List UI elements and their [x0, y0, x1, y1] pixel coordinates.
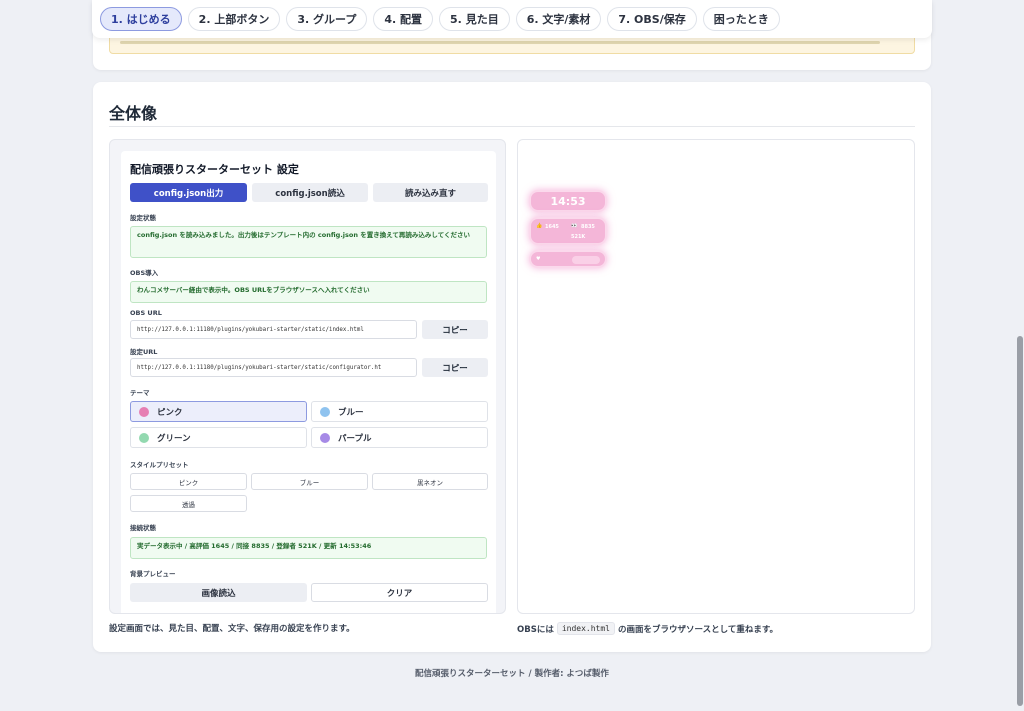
obs-caption-suffix: の画面をブラウザソースとして重ねます。 — [618, 624, 778, 635]
pink-swatch-icon — [139, 406, 149, 417]
notice-text-obscured — [120, 41, 880, 44]
stats-widget: 👍 1645 👀 8835 521K — [529, 217, 607, 245]
nav-step-layout[interactable]: 4. 配置 — [373, 7, 434, 31]
viewers-icon: 👀 — [571, 223, 578, 229]
step-nav: 1. はじめる 2. 上部ボタン 3. グループ 4. 配置 5. 見た目 6.… — [92, 0, 932, 38]
theme-option-blue[interactable]: ブルー — [311, 401, 488, 422]
theme-option-green[interactable]: グリーン — [130, 427, 307, 448]
theme-label: テーマ — [130, 389, 150, 397]
obs-caption: OBSには index.html の画面をブラウザソースとして重ねます。 — [517, 622, 778, 635]
obs-url-field[interactable]: http://127.0.0.1:11180/plugins/yokubari-… — [130, 320, 417, 339]
green-swatch-icon — [139, 432, 149, 443]
theme-label-blue: ブルー — [338, 407, 364, 418]
overview-card: 全体像 配信頑張りスターターセット 設定 config.json出力 confi… — [93, 82, 931, 652]
background-preview-label: 背景プレビュー — [130, 570, 176, 578]
obs-caption-prefix: OBSには — [517, 624, 554, 635]
load-image-button[interactable]: 画像読込 — [130, 583, 307, 602]
theme-label-green: グリーン — [157, 433, 191, 444]
configurator-screenshot: 配信頑張りスターターセット 設定 config.json出力 config.js… — [109, 139, 506, 614]
connection-status-message: 実データ表示中 / 高評価 1645 / 同接 8835 / 登録者 521K … — [130, 537, 487, 559]
clear-background-button[interactable]: クリア — [311, 583, 488, 602]
preset-black-neon-button[interactable]: 黒ネオン — [372, 473, 488, 490]
style-preset-label: スタイルプリセット — [130, 461, 189, 469]
obs-url-label: OBS URL — [130, 309, 162, 317]
copy-config-url-button[interactable]: コピー — [422, 358, 488, 377]
obs-preview-panel: 14:53 👍 1645 👀 8835 521K ♥ — [517, 139, 915, 614]
scrollbar-thumb[interactable] — [1017, 336, 1023, 706]
scrollbar[interactable] — [1016, 0, 1024, 711]
title-divider — [109, 126, 915, 127]
heart-icon: ♥ — [536, 256, 541, 262]
connection-status-label: 接続状態 — [130, 524, 156, 532]
theme-option-purple[interactable]: パープル — [311, 427, 488, 448]
subscribers-count: 521K — [571, 234, 586, 240]
nav-step-troubleshooting[interactable]: 困ったとき — [702, 7, 780, 31]
nav-step-text-assets[interactable]: 6. 文字/素材 — [515, 7, 602, 31]
index-html-code: index.html — [556, 622, 615, 635]
config-url-field[interactable]: http://127.0.0.1:11180/plugins/yokubari-… — [130, 358, 417, 377]
nav-step-top-buttons[interactable]: 2. 上部ボタン — [187, 7, 281, 31]
configurator-title: 配信頑張りスターターセット 設定 — [130, 163, 299, 176]
preset-transparent-button[interactable]: 透過 — [130, 495, 247, 512]
obs-setup-label: OBS導入 — [130, 269, 159, 277]
purple-swatch-icon — [320, 432, 330, 443]
clock-widget: 14:53 — [529, 190, 607, 212]
copy-obs-url-button[interactable]: コピー — [422, 320, 488, 339]
overview-title: 全体像 — [109, 104, 158, 123]
preset-pink-button[interactable]: ピンク — [130, 473, 247, 490]
reload-button[interactable]: 読み込み直す — [373, 183, 488, 202]
likes-icon: 👍 — [536, 223, 543, 229]
mini-button — [572, 256, 600, 264]
theme-label-purple: パープル — [338, 433, 372, 444]
theme-option-pink[interactable]: ピンク — [130, 401, 307, 422]
viewers-count: 8835 — [581, 224, 595, 230]
preset-blue-button[interactable]: ブルー — [251, 473, 368, 490]
nav-step-group[interactable]: 3. グループ — [286, 7, 368, 31]
button-bar-widget: ♥ — [529, 250, 607, 268]
blue-swatch-icon — [320, 406, 330, 417]
nav-step-start[interactable]: 1. はじめる — [100, 7, 182, 31]
configurator-caption: 設定画面では、見た目、配置、文字、保存用の設定を作ります。 — [109, 624, 355, 634]
theme-label-pink: ピンク — [157, 407, 183, 418]
import-config-button[interactable]: config.json読込 — [252, 183, 368, 202]
status-label: 設定状態 — [130, 214, 156, 222]
nav-step-appearance[interactable]: 5. 見た目 — [439, 7, 510, 31]
config-url-label: 設定URL — [130, 348, 158, 356]
page-footer: 配信頑張りスターターセット / 製作者: よつば製作 — [415, 669, 609, 679]
status-message: config.json を読み込みました。出力後はテンプレート内の config… — [130, 226, 487, 258]
likes-count: 1645 — [545, 224, 559, 230]
configurator-panel: 配信頑張りスターターセット 設定 config.json出力 config.js… — [121, 151, 496, 613]
export-config-button[interactable]: config.json出力 — [130, 183, 247, 202]
obs-setup-message: わんコメサーバー経由で表示中。OBS URLをブラウザソースへ入れてください — [130, 281, 487, 303]
nav-step-obs-save[interactable]: 7. OBS/保存 — [607, 7, 697, 31]
